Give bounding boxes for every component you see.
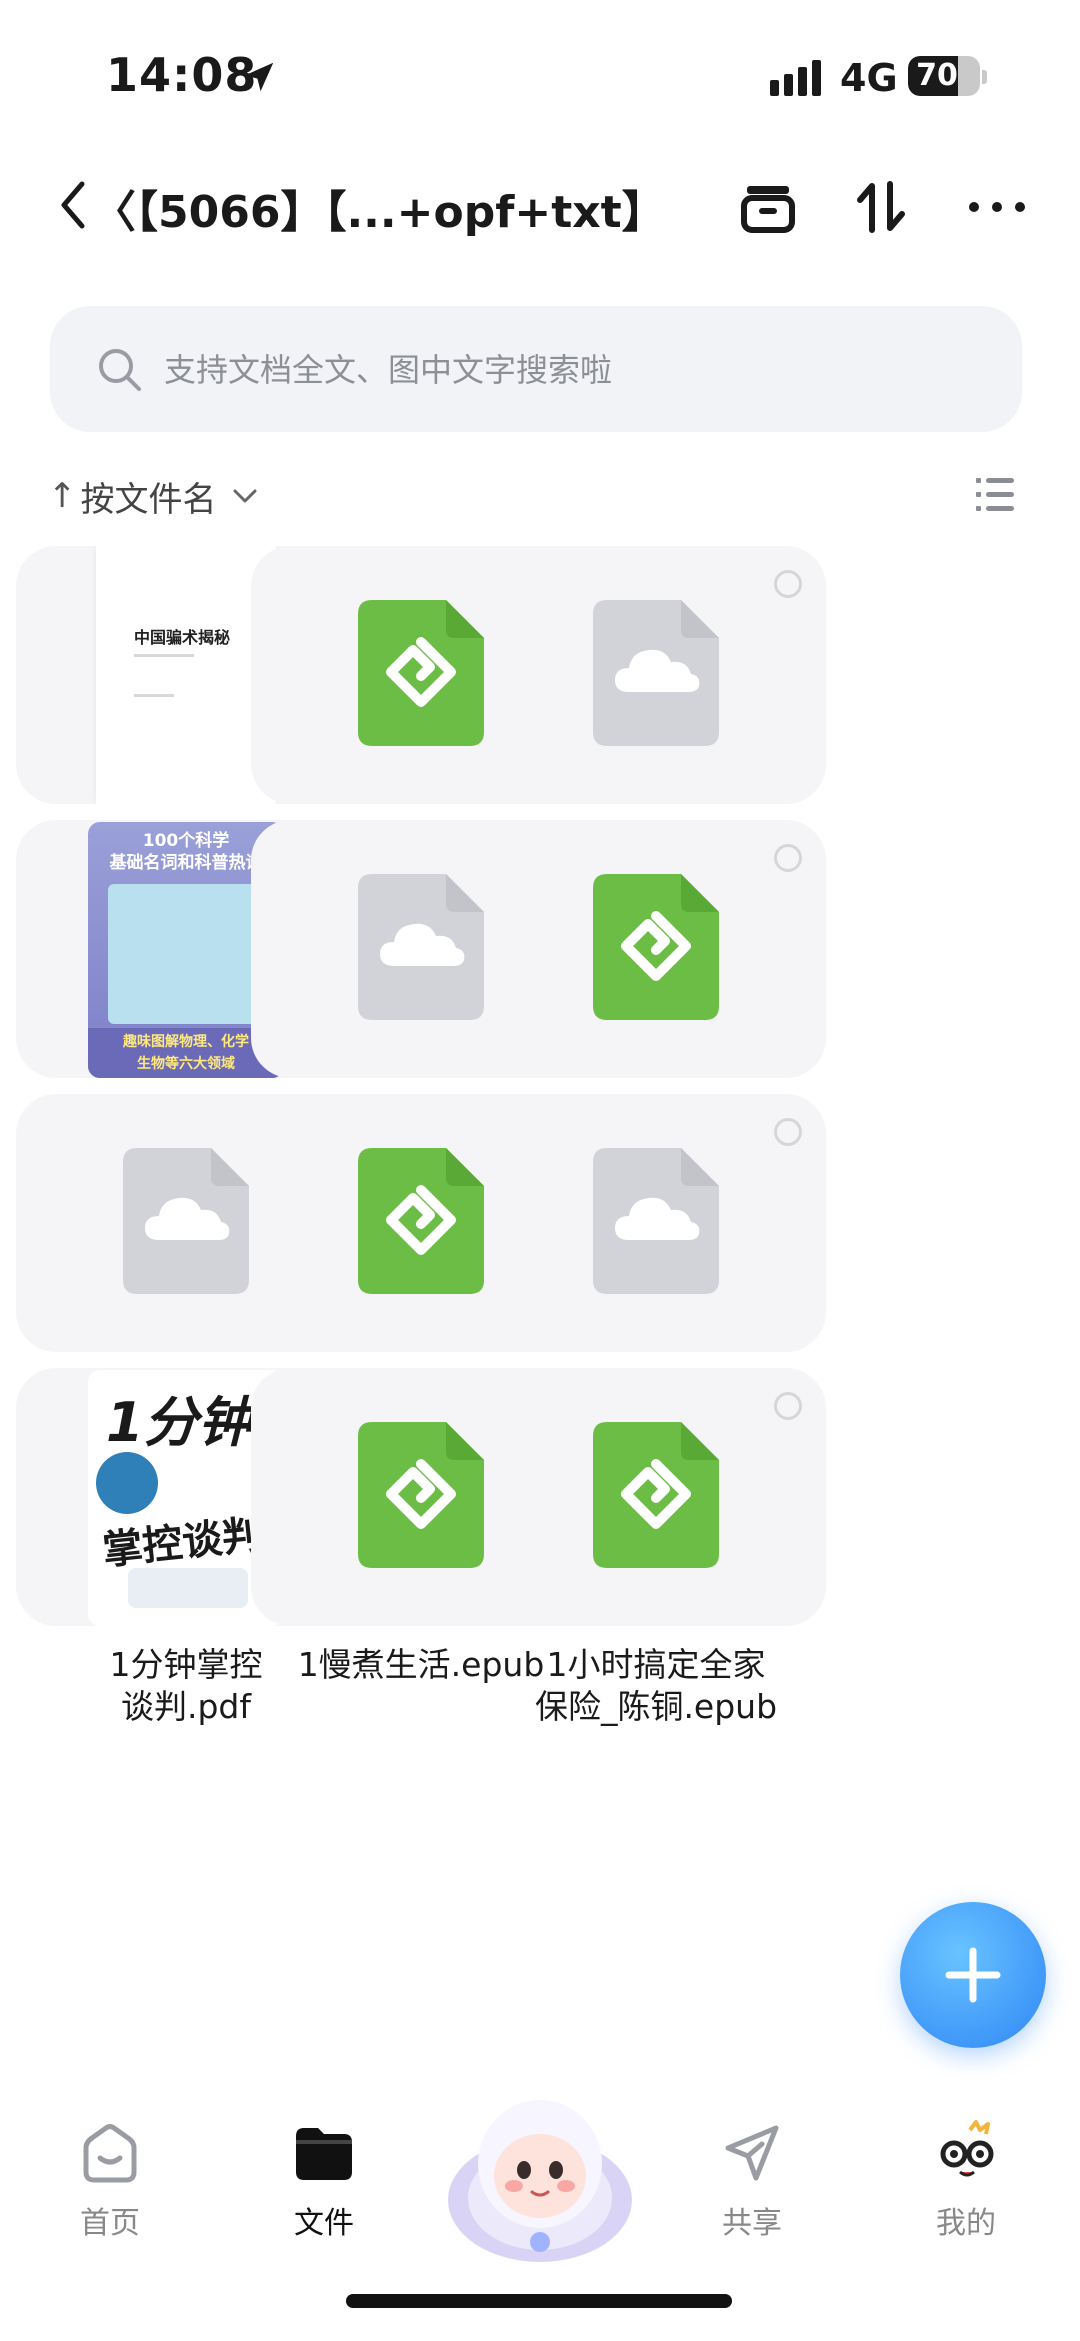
nav-home[interactable]: 首页	[40, 2118, 180, 2242]
cloud-file-icon	[593, 1148, 719, 1294]
cover-illustration	[128, 1568, 248, 1608]
status-bar: 14:08 4G 70	[0, 0, 1080, 150]
list-view-icon[interactable]	[970, 470, 1020, 520]
profile-face-icon	[940, 2120, 994, 2177]
nav-files[interactable]: 文件	[254, 2118, 394, 2242]
epub-file-icon	[593, 1422, 719, 1568]
home-indicator	[346, 2294, 732, 2308]
nav-me-label: 我的	[936, 2206, 996, 2241]
cover-big-title: 1分钟	[106, 1391, 252, 1454]
back-chevron-icon[interactable]	[56, 178, 90, 232]
location-arrow-icon	[244, 62, 274, 92]
cloud-file-icon	[123, 1148, 249, 1294]
epub-file-icon	[358, 600, 484, 746]
file-name: 1小时搞定全家 保险_陈铜.epub	[534, 1645, 778, 1726]
search-bar[interactable]	[50, 306, 1022, 434]
search-input[interactable]	[162, 306, 986, 434]
file-thumbnail	[486, 1094, 826, 1352]
epub-file-icon	[358, 1422, 484, 1568]
home-icon	[83, 2124, 137, 2183]
search-icon	[99, 349, 141, 391]
cover-headline: 100个科学 基础名词和科普热词	[109, 831, 263, 873]
select-checkbox[interactable]	[774, 844, 802, 872]
assistant-mascot-icon[interactable]	[440, 2080, 640, 2280]
nav-share[interactable]: 共享	[682, 2118, 822, 2242]
sort-selector[interactable]: ↑ 按文件名	[48, 466, 259, 526]
add-button[interactable]	[900, 1902, 1046, 2048]
archive-icon[interactable]	[733, 172, 803, 242]
file-card[interactable]: 1分钟物理.epub	[486, 820, 826, 1138]
folder-title[interactable]: 〈【5066】【...+opf+txt】	[92, 176, 666, 240]
pdf-text-line	[134, 654, 194, 657]
nav-home-label: 首页	[80, 2206, 140, 2241]
battery-cap	[982, 70, 987, 84]
battery-icon: 70	[908, 56, 980, 96]
sort-label: 按文件名	[80, 479, 217, 520]
sort-direction-arrow: ↑	[48, 476, 77, 516]
sort-toggle-icon[interactable]	[846, 172, 916, 242]
folder-icon	[296, 2128, 352, 2180]
nav-me[interactable]: 我的	[896, 2118, 1036, 2242]
chevron-down-icon	[233, 489, 256, 503]
more-icon[interactable]	[962, 172, 1032, 242]
select-checkbox[interactable]	[774, 1118, 802, 1146]
cloud-file-icon	[358, 874, 484, 1020]
file-thumbnail	[486, 546, 826, 804]
pdf-page-title: 中国骗术揭秘	[134, 628, 231, 647]
file-thumbnail	[486, 1368, 826, 1626]
epub-file-icon	[358, 1148, 484, 1294]
nav-files-label: 文件	[294, 2206, 354, 2241]
select-checkbox[interactable]	[774, 570, 802, 598]
epub-file-icon	[593, 874, 719, 1020]
cover-art	[108, 884, 264, 1024]
status-time: 14:08	[106, 48, 258, 102]
nav-share-label: 共享	[722, 2206, 782, 2241]
cloud-file-icon	[593, 600, 719, 746]
file-card[interactable]: 1小时搞定全家 保险_陈铜.epub	[486, 1368, 826, 1728]
signal-icon	[770, 60, 821, 96]
pdf-text-line	[134, 694, 174, 697]
paper-plane-icon	[725, 2125, 779, 2181]
plus-icon	[945, 1947, 1001, 2003]
select-checkbox[interactable]	[774, 1392, 802, 1420]
network-label: 4G	[840, 56, 898, 100]
pdf-page-preview: 中国骗术揭秘	[96, 546, 276, 804]
battery-level: 70	[916, 58, 958, 93]
cover-badge	[96, 1452, 158, 1514]
file-thumbnail	[486, 820, 826, 1078]
